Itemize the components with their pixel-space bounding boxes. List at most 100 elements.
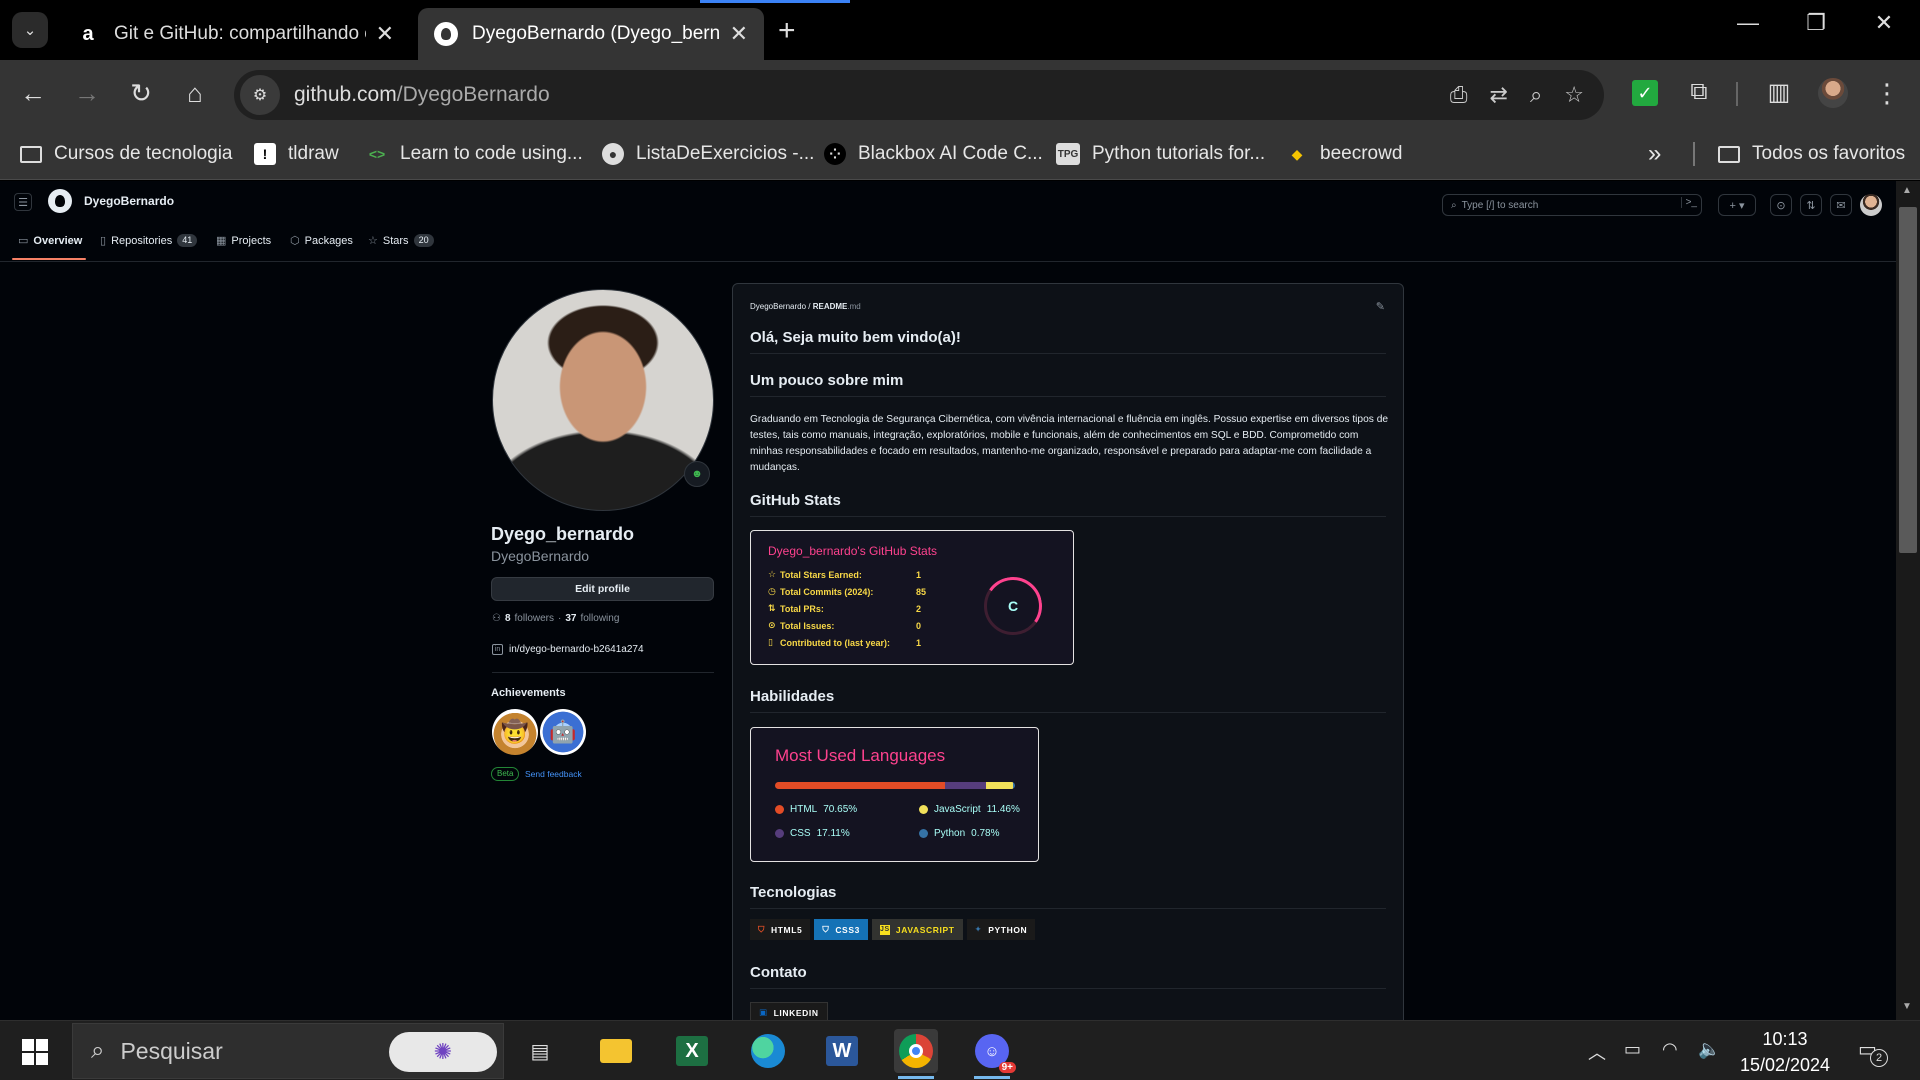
python-badge[interactable]: ✦ PYTHON <box>966 919 1036 940</box>
tab-packages[interactable]: ⬡ Packages <box>290 234 353 248</box>
discord-icon[interactable]: ☺ 9+ <box>970 1029 1016 1079</box>
followers-count[interactable]: 8 <box>505 613 511 624</box>
extensions-icon[interactable]: ⧉ <box>1682 78 1716 106</box>
issues-icon[interactable]: ⊙ <box>1770 194 1792 216</box>
achievement-icon: 🤖 <box>549 719 577 744</box>
show-hidden-icons-icon[interactable]: ︿ <box>1588 1039 1606 1065</box>
site-info-icon[interactable]: ⚙ <box>240 75 280 115</box>
achievements-title[interactable]: Achievements <box>491 687 566 699</box>
browser-tab-github[interactable]: DyegoBernardo (Dyego_bernardo) ✕ <box>418 8 764 60</box>
chrome-icon[interactable] <box>894 1029 938 1079</box>
address-bar[interactable]: ⚙ github.com/DyegoBernardo ⎙ ⇄ ⌕ ☆ <box>234 70 1604 120</box>
bookmark-label: beecrowd <box>1320 143 1403 164</box>
github-logo-icon[interactable] <box>48 189 72 213</box>
css3-badge[interactable]: ⛉ CSS3 <box>814 919 868 940</box>
wifi-icon[interactable]: ◠ <box>1662 1039 1678 1060</box>
edit-profile-button[interactable]: Edit profile <box>491 577 714 601</box>
taskbar-search-input[interactable]: ⌕ Pesquisar ✺ <box>72 1023 504 1079</box>
tab-overview[interactable]: ▭ Overview <box>18 234 82 248</box>
close-tab-icon[interactable]: ✕ <box>376 21 394 47</box>
all-favorites-folder[interactable]: Todos os favoritos <box>1718 138 1905 170</box>
excel-icon[interactable]: X <box>670 1029 714 1073</box>
word-icon[interactable]: W <box>820 1029 864 1073</box>
followers-label[interactable]: followers <box>515 613 554 624</box>
system-clock[interactable]: 10:13 15/02/2024 <box>1736 1026 1834 1078</box>
create-new-button[interactable]: + ▾ <box>1718 194 1756 216</box>
url-text[interactable]: github.com/DyegoBernardo <box>294 83 550 107</box>
file-explorer-icon[interactable] <box>594 1029 638 1073</box>
scroll-down-icon[interactable]: ▼ <box>1902 1001 1912 1012</box>
bookmark-listadeexercicios[interactable]: ● ListaDeExercicios -... <box>602 138 814 170</box>
status-icon[interactable]: ☻ <box>684 461 710 487</box>
translate-icon[interactable]: ⇄ <box>1490 82 1508 108</box>
task-view-icon[interactable]: ▤ <box>518 1029 562 1073</box>
battery-icon[interactable]: ▭ <box>1624 1039 1641 1060</box>
html5-badge[interactable]: ⛉ HTML5 <box>750 919 811 940</box>
extension-check-icon[interactable]: ✓ <box>1632 80 1658 106</box>
scroll-thumb[interactable] <box>1899 207 1917 553</box>
browser-tab-alura[interactable]: a Git e GitHub: compartilhando e colabor… <box>60 8 410 60</box>
reload-icon[interactable]: ↻ <box>124 78 158 109</box>
github-search-input[interactable]: ⌕ Type [/] to search >_ <box>1442 194 1702 216</box>
scroll-up-icon[interactable]: ▲ <box>1902 185 1912 196</box>
following-count[interactable]: 37 <box>565 613 576 624</box>
chrome-menu-icon[interactable]: ⋮ <box>1870 78 1904 109</box>
linkedin-badge[interactable]: ▣ LINKEDIN <box>750 1002 828 1020</box>
tab-stars[interactable]: ☆ Stars 20 <box>368 234 434 247</box>
profile-photo[interactable] <box>492 289 714 511</box>
volume-icon[interactable]: 🔈 <box>1698 1039 1720 1060</box>
bookmark-beecrowd[interactable]: ◆ beecrowd <box>1286 138 1403 170</box>
install-app-icon[interactable]: ⎙ <box>1450 82 1468 108</box>
header-username[interactable]: DyegoBernardo <box>84 194 174 208</box>
bookmark-label: Todos os favoritos <box>1752 143 1906 164</box>
following-label[interactable]: following <box>580 613 619 624</box>
achievement-badge-quickdraw[interactable]: 🤖 <box>540 709 586 755</box>
bookmarks-bar: Cursos de tecnologia ! tldraw <> Learn t… <box>0 128 1920 180</box>
package-icon: ⬡ <box>290 235 300 247</box>
menu-icon[interactable]: ☰ <box>14 193 32 211</box>
readme-path-file[interactable]: README <box>813 302 848 311</box>
close-tab-icon[interactable]: ✕ <box>730 21 748 47</box>
home-icon[interactable]: ⌂ <box>178 78 212 109</box>
command-palette-icon[interactable]: >_ <box>1680 197 1697 208</box>
issue-icon: ⊙ <box>768 620 776 630</box>
globe-icon: ● <box>602 143 624 165</box>
profile-avatar[interactable] <box>1818 78 1848 108</box>
bookmark-python-tutorials[interactable]: TPG Python tutorials for... <box>1056 138 1265 170</box>
edge-icon[interactable] <box>746 1029 790 1073</box>
page-scrollbar[interactable]: ▲ ▼ <box>1896 181 1920 1020</box>
back-icon[interactable]: ← <box>16 78 50 109</box>
pull-requests-icon[interactable]: ⇅ <box>1800 194 1822 216</box>
notifications-icon[interactable]: ▭ 2 <box>1858 1037 1888 1067</box>
javascript-badge[interactable]: JS JAVASCRIPT <box>871 919 963 940</box>
bookmark-star-icon[interactable]: ☆ <box>1564 82 1584 108</box>
forward-icon[interactable]: → <box>70 78 104 109</box>
clock-date: 15/02/2024 <box>1739 1055 1831 1075</box>
bookmark-tldraw[interactable]: ! tldraw <box>254 138 339 170</box>
bookmark-learn-to-code[interactable]: <> Learn to code using... <box>366 138 583 170</box>
readme-path-user[interactable]: DyegoBernardo <box>750 302 806 311</box>
close-window-icon[interactable]: ✕ <box>1864 10 1904 36</box>
send-feedback-link[interactable]: Send feedback <box>525 769 582 779</box>
new-tab-icon[interactable]: + <box>778 14 796 48</box>
bookmark-blackbox[interactable]: ⁘ Blackbox AI Code C... <box>824 138 1043 170</box>
restore-icon[interactable]: ❐ <box>1796 10 1836 36</box>
follow-stats: ⚇ 8 followers · 37 following <box>492 613 619 624</box>
tab-repositories[interactable]: ▯ Repositories 41 <box>100 234 198 247</box>
tab-search-button[interactable]: ⌄ <box>12 12 48 48</box>
stats-value: 1 <box>916 637 922 648</box>
bookmark-folder-cursos[interactable]: Cursos de tecnologia <box>20 138 233 170</box>
user-avatar[interactable] <box>1860 194 1882 216</box>
zoom-icon[interactable]: ⌕ <box>1530 82 1542 108</box>
copilot-icon[interactable]: ✺ <box>389 1032 497 1072</box>
minimize-icon[interactable]: — <box>1728 10 1768 36</box>
achievement-badge-yolo[interactable]: 🤠 <box>492 709 538 755</box>
linkedin-link[interactable]: in in/dyego-bernardo-b2641a274 <box>492 644 644 655</box>
inbox-icon[interactable]: ✉ <box>1830 194 1852 216</box>
bookmarks-overflow-icon[interactable]: » <box>1648 138 1661 170</box>
windows-start-icon[interactable] <box>22 1039 48 1065</box>
tab-projects[interactable]: ▦ Projects <box>216 234 271 248</box>
side-panel-icon[interactable]: ▥ <box>1762 78 1796 107</box>
css-dot-icon <box>775 829 784 838</box>
edit-pencil-icon[interactable]: ✎ <box>1376 300 1385 313</box>
